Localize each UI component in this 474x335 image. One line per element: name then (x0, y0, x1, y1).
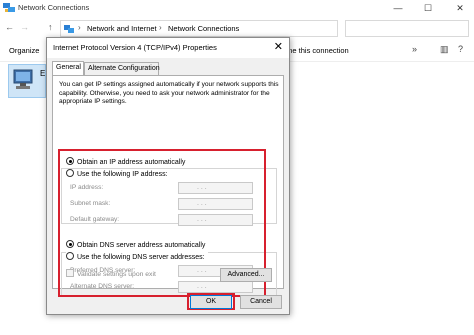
address-bar[interactable]: › Network and Internet › Network Connect… (60, 20, 338, 37)
general-tab-panel: You can get IP settings assigned automat… (52, 75, 284, 297)
maximize-button[interactable]: ☐ (414, 0, 442, 16)
search-input[interactable] (345, 20, 469, 37)
network-folder-icon (64, 25, 74, 33)
window-title: Network Connections (18, 3, 90, 12)
advanced-button[interactable]: Advanced... (220, 268, 272, 282)
chevron-right-icon[interactable]: › (78, 23, 81, 32)
layout-icon[interactable]: ▥ (440, 44, 449, 55)
network-connections-icon (3, 3, 15, 12)
network-adapter-item[interactable]: E (8, 64, 46, 98)
forward-arrow-icon[interactable]: → (20, 22, 29, 32)
checkbox-unchecked-icon[interactable] (66, 269, 74, 277)
tab-alternate-configuration[interactable]: Alternate Configuration (84, 62, 160, 75)
help-icon[interactable]: ? (458, 44, 463, 54)
validate-settings-checkbox[interactable]: Validate settings upon exit (66, 269, 156, 278)
tab-general[interactable]: General (52, 61, 84, 75)
minimize-button[interactable]: — (384, 0, 412, 16)
window-titlebar: Network Connections — ☐ ✕ (0, 0, 474, 16)
cancel-button[interactable]: Cancel (240, 295, 282, 309)
close-icon[interactable]: ✕ (274, 40, 283, 53)
intro-text: You can get IP settings assigned automat… (59, 81, 279, 106)
network-adapter-icon (13, 69, 33, 89)
organize-menu[interactable]: Organize (9, 46, 39, 55)
chevron-right-icon[interactable]: › (159, 23, 162, 32)
back-arrow-icon[interactable]: ← (5, 22, 14, 32)
ok-button[interactable]: OK (190, 295, 232, 309)
dialog-title: Internet Protocol Version 4 (TCP/IPv4) P… (53, 43, 217, 52)
ipv4-properties-dialog: Internet Protocol Version 4 (TCP/IPv4) P… (46, 37, 290, 315)
adapter-name-label: E (40, 69, 46, 78)
validate-settings-label: Validate settings upon exit (77, 271, 156, 278)
view-options-icon[interactable]: » (412, 44, 417, 54)
dialog-titlebar: Internet Protocol Version 4 (TCP/IPv4) P… (47, 38, 289, 58)
up-arrow-icon[interactable]: ↑ (48, 22, 53, 32)
breadcrumb-network-and-internet[interactable]: Network and Internet (87, 24, 157, 33)
rename-connection-command[interactable]: ame this connection (282, 46, 349, 55)
breadcrumb-network-connections[interactable]: Network Connections (168, 24, 239, 33)
window-close-button[interactable]: ✕ (446, 0, 474, 16)
